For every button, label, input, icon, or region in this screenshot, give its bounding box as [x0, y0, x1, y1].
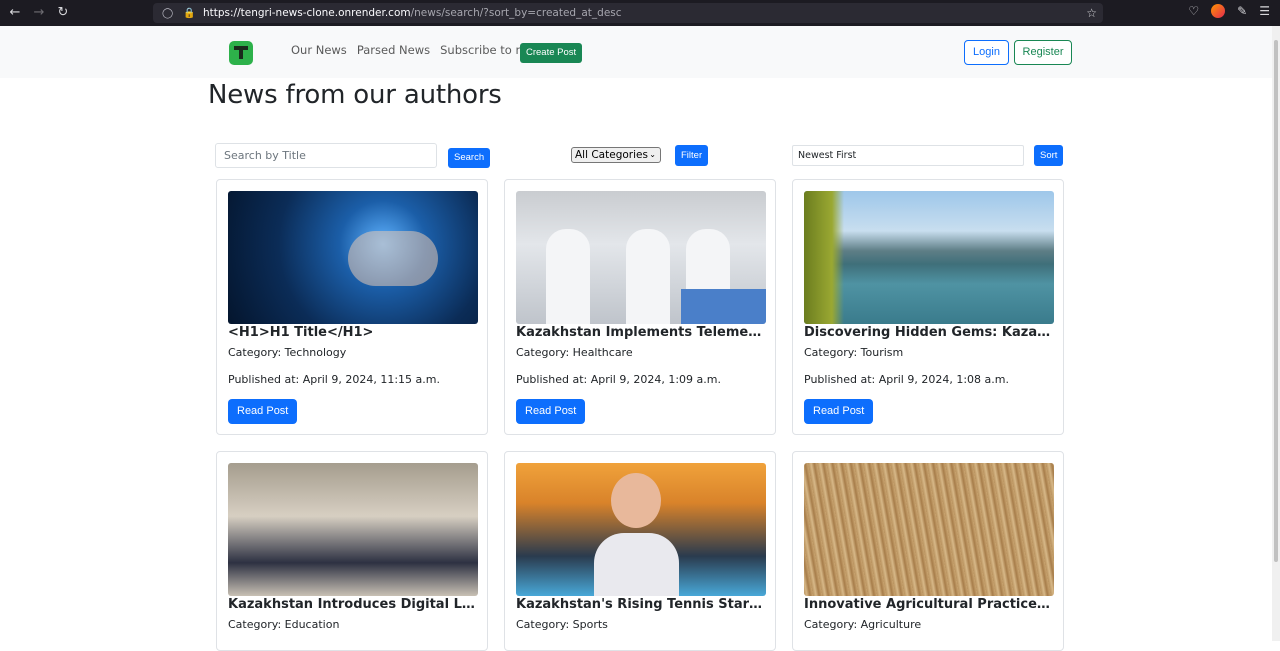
menu-icon[interactable]: ☰ — [1259, 4, 1270, 18]
shield-icon: ◯ — [162, 7, 174, 19]
search-input[interactable] — [215, 143, 437, 168]
news-card: Discovering Hidden Gems: Kazakhstan's To… — [792, 179, 1064, 435]
bookmark-star-icon[interactable]: ☆ — [1086, 6, 1097, 20]
news-card-published: Published at: April 9, 2024, 11:15 a.m. — [228, 373, 440, 386]
url-host: https://tengri-news-clone.onrender.com — [203, 7, 411, 19]
read-post-button[interactable]: Read Post — [516, 399, 586, 424]
news-card-title[interactable]: <H1>H1 Title</H1> — [228, 325, 478, 340]
news-card-category: Category: Healthcare — [516, 346, 633, 359]
category-selected: All Categories — [575, 149, 648, 161]
firefox-account-icon[interactable] — [1211, 4, 1226, 18]
news-card-category: Category: Education — [228, 618, 340, 631]
forward-arrow-icon[interactable]: → — [30, 4, 48, 22]
news-card-category: Category: Tourism — [804, 346, 904, 359]
site-navbar: Our News Parsed News Subscribe to news C… — [0, 26, 1272, 78]
news-card: Kazakhstan's Rising Tennis Star Secures … — [504, 451, 776, 651]
extensions-icon[interactable]: ✎ — [1237, 4, 1247, 18]
news-card: Kazakhstan Implements Telemedicine Servi… — [504, 179, 776, 435]
news-card-title[interactable]: Kazakhstan Implements Telemedicine Servi… — [516, 325, 766, 340]
page-scrollbar[interactable] — [1272, 26, 1280, 641]
news-card-image[interactable] — [228, 463, 478, 596]
news-card-image[interactable] — [804, 191, 1054, 324]
reload-icon[interactable]: ↻ — [54, 4, 72, 22]
news-card-image[interactable] — [516, 191, 766, 324]
read-post-button[interactable]: Read Post — [228, 399, 298, 424]
news-card-published: Published at: April 9, 2024, 1:09 a.m. — [516, 373, 721, 386]
register-button[interactable]: Register — [1014, 40, 1072, 65]
url-path: /news/search/?sort_by=created_at_desc — [410, 7, 622, 19]
news-card-image[interactable] — [228, 191, 478, 324]
news-card: Kazakhstan Introduces Digital Learning P… — [216, 451, 488, 651]
news-card-title[interactable]: Discovering Hidden Gems: Kazakhstan's To… — [804, 325, 1054, 340]
news-card-title[interactable]: Kazakhstan's Rising Tennis Star Secures … — [516, 597, 766, 612]
news-card-category: Category: Agriculture — [804, 618, 922, 631]
browser-toolbar: ← → ↻ ◯ 🔒 https://tengri-news-clone.onre… — [0, 0, 1280, 26]
lock-icon: 🔒 — [183, 7, 196, 19]
news-card-category: Category: Technology — [228, 346, 347, 359]
chevron-down-icon: ⌄ — [649, 150, 656, 159]
login-button[interactable]: Login — [964, 40, 1009, 65]
nav-link-our-news[interactable]: Our News — [291, 43, 347, 57]
news-card: Innovative Agricultural Practices Boost … — [792, 451, 1064, 651]
site-logo[interactable] — [229, 41, 253, 65]
back-arrow-icon[interactable]: ← — [6, 4, 24, 22]
news-card-category: Category: Sports — [516, 618, 608, 631]
create-post-button[interactable]: Create Post — [520, 43, 583, 63]
page-title: News from our authors — [208, 80, 502, 110]
search-button[interactable]: Search — [448, 148, 491, 168]
read-post-button[interactable]: Read Post — [804, 399, 874, 424]
address-bar[interactable]: ◯ 🔒 https://tengri-news-clone.onrender.c… — [153, 3, 1103, 23]
sort-field[interactable]: Newest First — [792, 145, 1024, 166]
sort-button[interactable]: Sort — [1034, 145, 1064, 166]
news-card-published: Published at: April 9, 2024, 1:08 a.m. — [804, 373, 1009, 386]
category-select[interactable]: All Categories ⌄ — [571, 147, 661, 163]
news-card-title[interactable]: Innovative Agricultural Practices Boost … — [804, 597, 1054, 612]
news-card: <H1>H1 Title</H1> Category: Technology P… — [216, 179, 488, 435]
news-card-image[interactable] — [516, 463, 766, 596]
news-card-title[interactable]: Kazakhstan Introduces Digital Learning P… — [228, 597, 478, 612]
nav-link-parsed-news[interactable]: Parsed News — [357, 43, 430, 57]
news-card-image[interactable] — [804, 463, 1054, 596]
filter-button[interactable]: Filter — [675, 145, 709, 166]
pocket-icon[interactable]: ♡ — [1188, 4, 1199, 18]
